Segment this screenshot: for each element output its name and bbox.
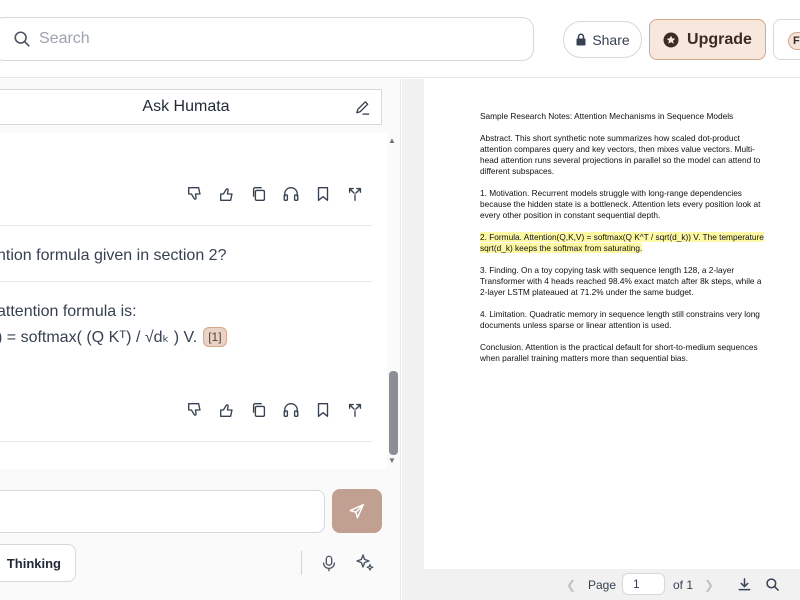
chat-panel: Ask Humata ntion formula given in sectio… (0, 79, 401, 600)
bookmark-icon[interactable] (314, 401, 332, 419)
pdf-finding: 3. Finding. On a toy copying task with s… (480, 265, 762, 297)
send-button[interactable] (332, 489, 382, 533)
next-page-icon[interactable]: ❯ (704, 578, 714, 592)
top-bar: Share Upgrade F (0, 0, 800, 78)
pdf-conclusion: Conclusion. Attention is the practical d… (480, 342, 758, 363)
page-number-input[interactable]: 1 (622, 573, 665, 595)
account-button[interactable]: F (773, 19, 800, 60)
toolbar-divider (301, 551, 302, 575)
thinking-label: Thinking (6, 555, 61, 571)
edit-icon[interactable] (354, 99, 371, 116)
message-input[interactable] (0, 490, 325, 533)
thumbs-up-icon[interactable] (218, 401, 236, 419)
thumbs-up-icon[interactable] (218, 185, 236, 203)
pdf-page[interactable]: Sample Research Notes: Attention Mechani… (424, 79, 800, 569)
pdf-content: Sample Research Notes: Attention Mechani… (480, 111, 770, 375)
avatar: F (788, 32, 800, 50)
bookmark-icon[interactable] (314, 185, 332, 203)
prev-page-icon[interactable]: ❮ (566, 578, 576, 592)
message-divider (0, 281, 372, 282)
search-input[interactable] (39, 30, 479, 48)
lock-icon (576, 33, 586, 46)
pdf-formula-highlight: 2. Formula. Attention(Q,K,V) = softmax(Q… (480, 232, 764, 253)
thumbs-down-icon[interactable] (186, 401, 204, 419)
answer-line-1: attention formula is: (0, 303, 137, 320)
expand-icon[interactable] (346, 401, 364, 419)
answer-line-2: ) = softmax( (Q Kᵀ) / √dₖ ) V. [1] (0, 327, 227, 347)
share-label: Share (592, 31, 630, 48)
pdf-abstract: Abstract. This short synthetic note summ… (480, 133, 761, 176)
star-badge-icon (663, 32, 679, 47)
thinking-toggle[interactable]: Thinking (0, 544, 76, 582)
search-box[interactable] (0, 17, 534, 61)
copy-icon[interactable] (250, 401, 268, 419)
chat-title: Ask Humata (142, 98, 230, 115)
headphones-icon[interactable] (282, 185, 300, 203)
pdf-limitation: 4. Limitation. Quadratic memory in seque… (480, 309, 760, 330)
user-question: ntion formula given in section 2? (0, 247, 227, 264)
document-viewer: Sample Research Notes: Attention Mechani… (402, 79, 800, 600)
scroll-up-arrow[interactable]: ▲ (388, 136, 396, 145)
sparkle-icon[interactable] (355, 553, 375, 573)
page-label: Page (588, 578, 617, 592)
scrollbar-thumb[interactable] (389, 371, 398, 455)
pdf-motivation: 1. Motivation. Recurrent models struggle… (480, 188, 761, 220)
page-count: of 1 (673, 578, 694, 592)
scroll-down-arrow[interactable]: ▼ (388, 456, 396, 465)
message-divider (0, 441, 372, 442)
citation-badge[interactable]: [1] (203, 327, 227, 347)
copy-icon[interactable] (250, 185, 268, 203)
upgrade-label: Upgrade (687, 30, 752, 48)
download-icon[interactable] (737, 577, 752, 592)
search-document-icon[interactable] (765, 577, 780, 592)
expand-icon[interactable] (346, 185, 364, 203)
search-icon (14, 31, 30, 47)
chat-header: Ask Humata (0, 89, 382, 125)
thumbs-down-icon[interactable] (186, 185, 204, 203)
answer-formula: ) = softmax( (Q Kᵀ) / √dₖ ) V. (0, 329, 198, 346)
pdf-toolbar: ❮ Page 1 of 1 ❯ (402, 570, 800, 600)
message-actions (186, 401, 364, 419)
chat-messages[interactable]: ntion formula given in section 2? attent… (0, 133, 387, 469)
share-button[interactable]: Share (563, 21, 642, 58)
microphone-icon[interactable] (320, 554, 338, 572)
pdf-title: Sample Research Notes: Attention Mechani… (480, 111, 734, 121)
message-actions (186, 185, 364, 203)
send-icon (349, 503, 365, 519)
upgrade-button[interactable]: Upgrade (649, 19, 766, 60)
headphones-icon[interactable] (282, 401, 300, 419)
message-divider (0, 225, 372, 226)
